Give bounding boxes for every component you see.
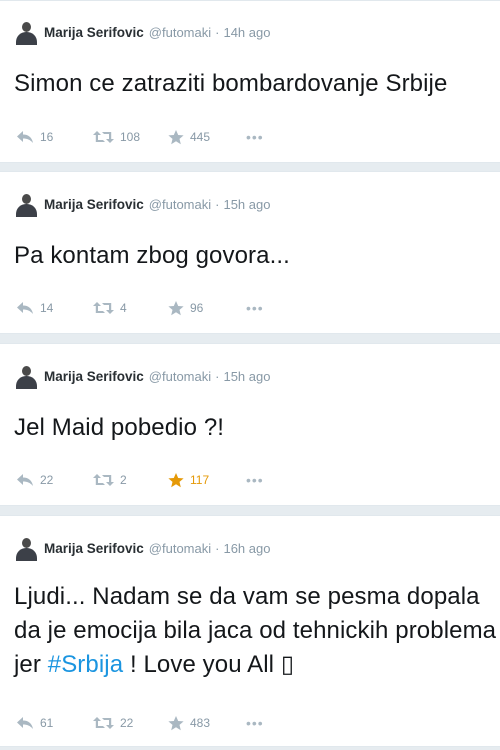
tweet-text-line: Ljudi... Nadam se da vam se pesma dopala <box>14 583 480 610</box>
tweet-text-segment: ! Love you All ▯ <box>123 651 295 678</box>
tweet-actions: 14 4 96 ••• <box>16 300 264 316</box>
author-handle[interactable]: @futomaki <box>149 197 211 212</box>
favorite-count: 483 <box>190 716 211 730</box>
tweet-card[interactable]: Marija Serifovic @futomaki · 15h ago Pa … <box>0 171 500 334</box>
tweet-actions: 16 108 445 ••• <box>16 129 264 145</box>
favorite-count: 445 <box>190 130 211 144</box>
tweet-text-line: Pa kontam zbog govora... <box>14 242 290 269</box>
retweet-count: 2 <box>120 473 127 487</box>
reply-count: 22 <box>40 473 54 487</box>
tweet-actions: 61 22 483 ••• <box>16 715 264 731</box>
favorite-button[interactable]: 96 <box>168 300 246 316</box>
tweet-card[interactable]: Marija Serifovic @futomaki · 14h ago Sim… <box>0 0 500 163</box>
separator: · <box>215 541 220 556</box>
retweet-count: 22 <box>120 716 134 730</box>
retweet-button[interactable]: 108 <box>93 130 168 144</box>
tweet-card[interactable]: Marija Serifovic @futomaki · 15h ago Jel… <box>0 343 500 506</box>
favorite-button[interactable]: 445 <box>168 129 246 145</box>
timestamp[interactable]: 14h ago <box>223 25 270 40</box>
tweet-header: Marija Serifovic @futomaki · 15h ago <box>14 192 270 217</box>
separator: · <box>215 197 220 212</box>
author-handle[interactable]: @futomaki <box>149 25 211 40</box>
star-icon <box>168 300 184 315</box>
timestamp[interactable]: 15h ago <box>223 197 270 212</box>
favorite-count: 96 <box>190 301 204 315</box>
tweet-header: Marija Serifovic @futomaki · 14h ago <box>14 20 270 45</box>
tweet-text-line: da je emocija bila jaca od tehnickih pro… <box>14 617 497 644</box>
avatar[interactable] <box>14 192 39 217</box>
avatar[interactable] <box>14 536 39 561</box>
more-options-icon[interactable]: ••• <box>246 300 264 316</box>
retweet-count: 4 <box>120 301 127 315</box>
reply-button[interactable]: 14 <box>16 301 93 315</box>
author-name[interactable]: Marija Serifovic <box>44 197 144 212</box>
retweet-button[interactable]: 2 <box>93 473 168 487</box>
favorite-button[interactable]: 483 <box>168 715 246 731</box>
tweet-text: Ljudi... Nadam se da vam se pesma dopala… <box>14 580 496 682</box>
author-name[interactable]: Marija Serifovic <box>44 369 144 384</box>
star-icon <box>168 472 184 487</box>
retweet-button[interactable]: 4 <box>93 301 168 315</box>
separator: · <box>215 369 220 384</box>
reply-button[interactable]: 61 <box>16 716 93 730</box>
retweet-icon <box>93 474 114 486</box>
tweet-text: Jel Maid pobedio ?! <box>14 411 224 445</box>
hashtag-link[interactable]: #Srbija <box>48 651 123 678</box>
tweet-header: Marija Serifovic @futomaki · 16h ago <box>14 536 270 561</box>
avatar[interactable] <box>14 364 39 389</box>
author-name[interactable]: Marija Serifovic <box>44 541 144 556</box>
tweet-card[interactable]: Marija Serifovic @futomaki · 16h ago Lju… <box>0 515 500 747</box>
favorite-count: 117 <box>190 473 210 487</box>
tweet-header: Marija Serifovic @futomaki · 15h ago <box>14 364 270 389</box>
more-options-icon[interactable]: ••• <box>246 715 264 731</box>
retweet-icon <box>93 302 114 314</box>
reply-button[interactable]: 16 <box>16 130 93 144</box>
retweet-button[interactable]: 22 <box>93 716 168 730</box>
reply-icon <box>17 302 33 314</box>
tweet-text: Simon ce zatraziti bombardovanje Srbije <box>14 67 447 101</box>
separator: · <box>215 25 220 40</box>
retweet-icon <box>93 717 114 729</box>
reply-icon <box>17 474 33 486</box>
more-options-icon[interactable]: ••• <box>246 129 264 145</box>
tweet-text-line: Jel Maid pobedio ?! <box>14 414 225 441</box>
reply-count: 61 <box>40 716 54 730</box>
author-handle[interactable]: @futomaki <box>149 541 211 556</box>
reply-count: 14 <box>40 301 54 315</box>
reply-icon <box>17 717 33 729</box>
star-icon <box>168 129 184 144</box>
star-icon <box>168 715 184 730</box>
tweet-text-segment: jer <box>14 651 48 678</box>
retweet-count: 108 <box>120 130 141 144</box>
reply-count: 16 <box>40 130 54 144</box>
author-handle[interactable]: @futomaki <box>149 369 211 384</box>
avatar[interactable] <box>14 20 39 45</box>
tweet-text-line: jer #Srbija ! Love you All ▯ <box>14 648 496 682</box>
reply-button[interactable]: 22 <box>16 473 93 487</box>
reply-icon <box>17 131 33 143</box>
timestamp[interactable]: 16h ago <box>223 541 270 556</box>
tweet-text-line: Simon ce zatraziti bombardovanje Srbije <box>14 70 448 97</box>
tweet-text: Pa kontam zbog govora... <box>14 239 290 273</box>
more-options-icon[interactable]: ••• <box>246 472 264 488</box>
timestamp[interactable]: 15h ago <box>223 369 270 384</box>
tweet-actions: 22 2 117 ••• <box>16 472 264 488</box>
author-name[interactable]: Marija Serifovic <box>44 25 144 40</box>
favorite-button[interactable]: 117 <box>168 472 246 488</box>
retweet-icon <box>93 131 114 143</box>
